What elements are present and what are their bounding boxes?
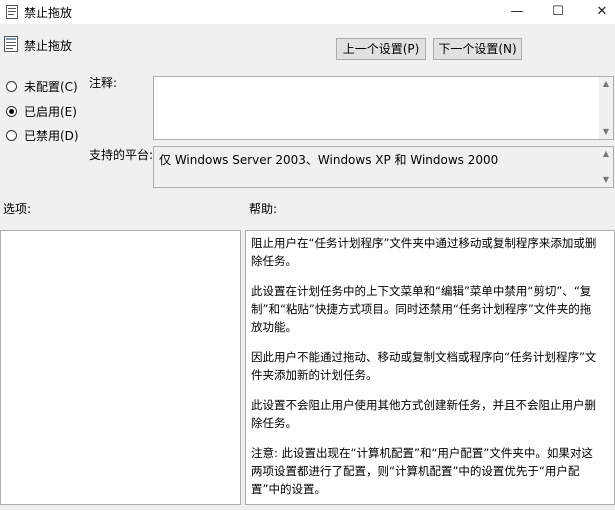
- help-panel: 阻止用户在“任务计划程序”文件夹中通过移动或复制程序来添加或删除任务。 此设置在…: [245, 230, 615, 505]
- help-paragraph: 此设置在计划任务中的上下文菜单和“编辑”菜单中禁用“剪切”、“复制”和“粘贴”快…: [251, 284, 592, 334]
- platform-label: 支持的平台:: [89, 148, 154, 162]
- policy-setting-icon: [4, 36, 18, 52]
- comment-label: 注释:: [89, 76, 118, 90]
- scroll-up-icon[interactable]: ▲: [599, 147, 613, 161]
- radio-indicator: [6, 105, 17, 117]
- radio-label: 未配置(C): [24, 79, 78, 94]
- previous-setting-button[interactable]: 上一个设置(P): [336, 38, 426, 60]
- platform-field: 仅 Windows Server 2003、Windows XP 和 Windo…: [153, 146, 614, 188]
- platform-scrollbar[interactable]: ▲ ▼: [599, 147, 613, 187]
- platform-value: 仅 Windows Server 2003、Windows XP 和 Windo…: [159, 153, 499, 167]
- maximize-icon: ☐: [552, 4, 564, 19]
- minimize-icon: —: [510, 4, 524, 19]
- radio-indicator: [6, 80, 17, 92]
- help-paragraph: 注意: 此设置出现在“计算机配置”和“用户配置”文件夹中。如果对这两项设置都进行…: [251, 446, 593, 496]
- scroll-up-icon[interactable]: ▲: [599, 77, 613, 91]
- radio-not-configured[interactable]: 未配置(C): [6, 78, 78, 94]
- help-label: 帮助:: [249, 202, 278, 216]
- help-paragraph: 因此用户不能通过拖动、移动或复制文档或程序向“任务计划程序”文件夹添加新的计划任…: [251, 350, 597, 382]
- radio-disabled[interactable]: 已禁用(D): [6, 127, 79, 143]
- help-paragraph: 阻止用户在“任务计划程序”文件夹中通过移动或复制程序来添加或删除任务。: [251, 236, 597, 268]
- maximize-button[interactable]: ☐: [536, 0, 580, 24]
- minimize-button[interactable]: —: [495, 0, 539, 24]
- scroll-down-icon[interactable]: ▼: [599, 125, 613, 139]
- help-paragraph: 此设置不会阻止用户使用其他方式创建新任务，并且不会阻止用户删除任务。: [251, 398, 596, 430]
- policy-name: 禁止拖放: [24, 39, 73, 53]
- close-icon: ✕: [596, 4, 608, 19]
- window-title: 禁止拖放: [24, 6, 73, 20]
- scroll-down-icon[interactable]: ▼: [599, 173, 613, 187]
- close-button[interactable]: ✕: [580, 0, 615, 24]
- options-panel: [0, 230, 241, 505]
- help-text: 阻止用户在“任务计划程序”文件夹中通过移动或复制程序来添加或删除任务。 此设置在…: [251, 234, 601, 510]
- policy-setting-icon: [6, 5, 18, 19]
- radio-label: 已启用(E): [24, 104, 77, 119]
- comment-scrollbar[interactable]: ▲ ▼: [599, 77, 613, 139]
- radio-indicator: [6, 129, 17, 141]
- radio-label: 已禁用(D): [24, 128, 79, 143]
- title-bar: 禁止拖放 — ☐ ✕: [0, 0, 615, 24]
- options-label: 选项:: [3, 202, 32, 216]
- next-setting-button[interactable]: 下一个设置(N): [433, 38, 522, 60]
- radio-enabled[interactable]: 已启用(E): [6, 103, 77, 119]
- comment-textarea[interactable]: ▲ ▼: [153, 76, 614, 140]
